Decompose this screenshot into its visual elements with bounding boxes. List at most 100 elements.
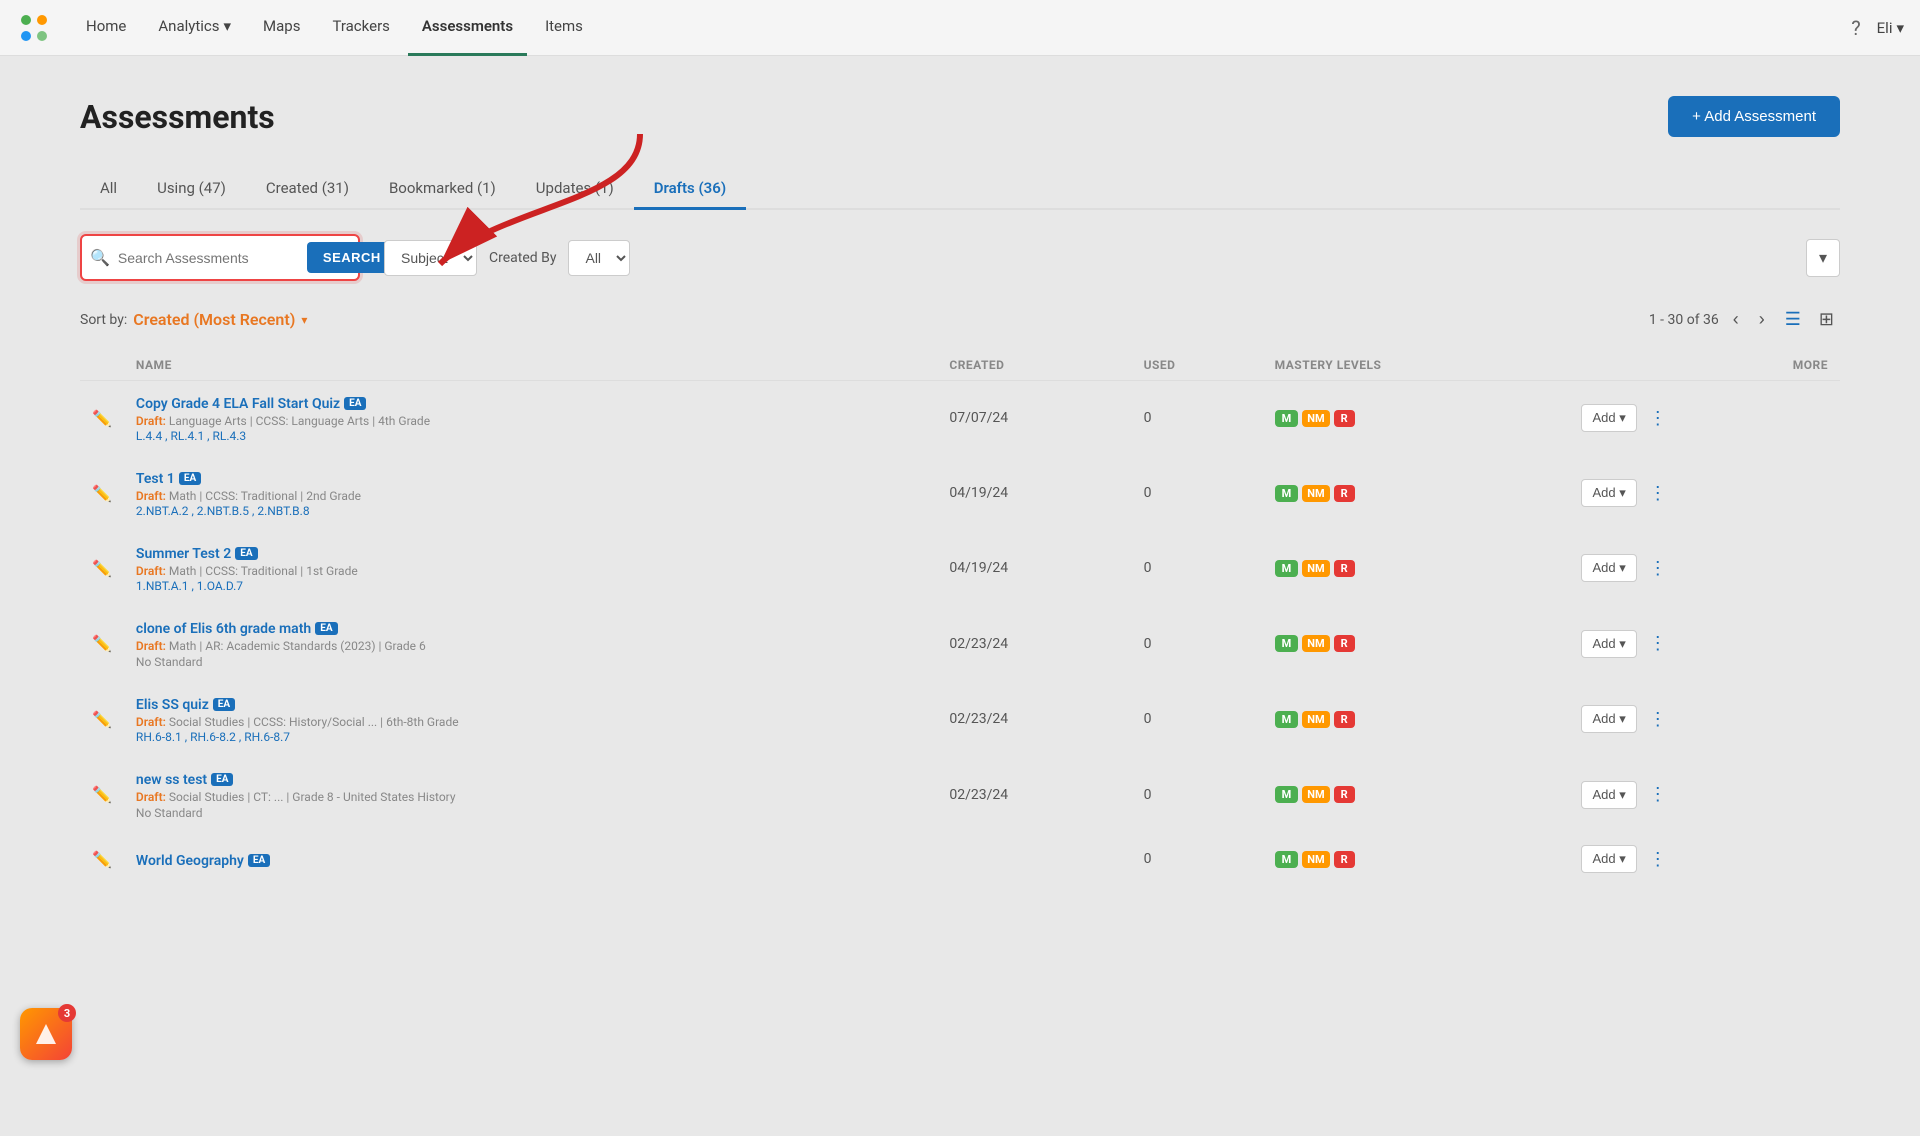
created-by-filter[interactable]: All [568, 240, 630, 276]
assessment-name-link[interactable]: Summer Test 2 [136, 546, 231, 562]
row-edit-icon[interactable]: ✏️ [80, 833, 124, 886]
help-icon[interactable]: ? [1851, 16, 1860, 40]
mastery-nm-badge: NM [1302, 485, 1329, 502]
row-edit-icon[interactable]: ✏️ [80, 606, 124, 682]
add-dropdown-button[interactable]: Add ▾ [1581, 479, 1636, 507]
row-edit-icon[interactable]: ✏️ [80, 456, 124, 531]
sort-chevron-icon: ▾ [301, 313, 307, 327]
nav-items: Home Analytics ▾ Maps Trackers Assessmen… [72, 0, 1851, 56]
row-used: 0 [1132, 456, 1263, 531]
row-kebab-button[interactable]: ⋮ [1643, 481, 1673, 506]
ea-badge: EA [213, 698, 235, 711]
tab-bookmarked[interactable]: Bookmarked (1) [369, 169, 516, 210]
row-mastery: MNMR [1263, 833, 1570, 886]
row-edit-icon[interactable]: ✏️ [80, 757, 124, 833]
tab-updates[interactable]: Updates (1) [516, 169, 634, 210]
pagination-prev-button[interactable]: ‹ [1727, 307, 1745, 332]
pagination-text: 1 - 30 of 36 [1649, 312, 1719, 328]
add-dropdown-button[interactable]: Add ▾ [1581, 845, 1636, 873]
page-title: Assessments [80, 98, 275, 136]
row-more: Add ▾ ⋮ [1569, 531, 1840, 606]
subject-filter[interactable]: Subject [384, 240, 477, 276]
tab-created[interactable]: Created (31) [246, 169, 369, 210]
row-used: 0 [1132, 682, 1263, 757]
tabs-bar: All Using (47) Created (31) Bookmarked (… [80, 169, 1840, 210]
sort-control[interactable]: Sort by: Created (Most Recent) ▾ [80, 310, 307, 329]
row-no-standard: No Standard [136, 655, 925, 669]
assessment-name-link[interactable]: Test 1 [136, 471, 175, 487]
mastery-r-badge: R [1334, 786, 1355, 803]
mastery-nm-badge: NM [1302, 851, 1329, 868]
search-section: 🔍 SEARCH Subject Created By All ▾ [80, 234, 1840, 281]
row-standards: RH.6-8.1 , RH.6-8.2 , RH.6-8.7 [136, 730, 925, 744]
row-used: 0 [1132, 606, 1263, 682]
th-icon [80, 350, 124, 381]
row-no-standard: No Standard [136, 806, 925, 820]
nav-item-assessments[interactable]: Assessments [408, 0, 527, 56]
add-dropdown-button[interactable]: Add ▾ [1581, 705, 1636, 733]
row-edit-icon[interactable]: ✏️ [80, 682, 124, 757]
user-chevron-icon: ▾ [1896, 19, 1904, 37]
row-more: Add ▾ ⋮ [1569, 682, 1840, 757]
nav-item-analytics[interactable]: Analytics ▾ [144, 0, 245, 56]
table-row: ✏️ Elis SS quiz EA Draft: Social Studies | … [80, 682, 1840, 757]
row-mastery: MNMR [1263, 757, 1570, 833]
row-edit-icon[interactable]: ✏️ [80, 531, 124, 606]
add-assessment-button[interactable]: + Add Assessment [1668, 96, 1840, 137]
row-name-cell: Summer Test 2EADraft: Math | CCSS: Tradi… [124, 531, 937, 606]
row-created: 07/07/24 [937, 381, 1131, 456]
add-dropdown-button[interactable]: Add ▾ [1581, 404, 1636, 432]
tab-all[interactable]: All [80, 169, 137, 210]
row-kebab-button[interactable]: ⋮ [1643, 707, 1673, 732]
search-input[interactable] [118, 250, 299, 266]
mastery-nm-badge: NM [1302, 560, 1329, 577]
row-more: Add ▾ ⋮ [1569, 456, 1840, 531]
nav-item-home[interactable]: Home [72, 0, 140, 56]
row-created: 02/23/24 [937, 757, 1131, 833]
row-mastery: MNMR [1263, 381, 1570, 456]
th-mastery: MASTERY LEVELS [1263, 350, 1570, 381]
th-used: USED [1132, 350, 1263, 381]
row-meta: Draft: Math | AR: Academic Standards (20… [136, 639, 925, 653]
add-dropdown-button[interactable]: Add ▾ [1581, 554, 1636, 582]
tab-drafts[interactable]: Drafts (36) [634, 169, 746, 210]
row-kebab-button[interactable]: ⋮ [1643, 556, 1673, 581]
expand-filter-button[interactable]: ▾ [1806, 239, 1840, 277]
assessment-name-link[interactable]: new ss test [136, 772, 207, 788]
th-more: MORE [1569, 350, 1840, 381]
nav-item-items[interactable]: Items [531, 0, 597, 56]
row-name-cell: clone of Elis 6th grade mathEADraft: Mat… [124, 606, 937, 682]
list-view-button[interactable]: ☰ [1779, 305, 1807, 334]
page-header: Assessments + Add Assessment [80, 96, 1840, 137]
add-dropdown-button[interactable]: Add ▾ [1581, 781, 1636, 809]
nav-item-maps[interactable]: Maps [249, 0, 314, 56]
add-dropdown-button[interactable]: Add ▾ [1581, 630, 1636, 658]
app-logo[interactable] [16, 10, 52, 46]
user-menu[interactable]: Eli ▾ [1877, 19, 1904, 37]
assessment-name-link[interactable]: World Geography [136, 853, 244, 869]
row-mastery: MNMR [1263, 682, 1570, 757]
grid-view-button[interactable]: ⊞ [1813, 305, 1840, 334]
row-kebab-button[interactable]: ⋮ [1643, 406, 1673, 431]
row-kebab-button[interactable]: ⋮ [1643, 847, 1673, 872]
row-more: Add ▾ ⋮ [1569, 381, 1840, 456]
floating-app-icon[interactable]: 3 [20, 1008, 72, 1060]
sort-value[interactable]: Created (Most Recent) [133, 310, 295, 329]
row-name-cell: World GeographyEA [124, 833, 937, 886]
row-meta: Draft: Language Arts | CCSS: Language Ar… [136, 414, 925, 428]
assessment-name-link[interactable]: Elis SS quiz [136, 697, 209, 713]
row-edit-icon[interactable]: ✏️ [80, 381, 124, 456]
assessment-name-link[interactable]: clone of Elis 6th grade math [136, 621, 311, 637]
nav-item-trackers[interactable]: Trackers [318, 0, 403, 56]
assessment-name-link[interactable]: Copy Grade 4 ELA Fall Start Quiz [136, 396, 340, 412]
tab-using[interactable]: Using (47) [137, 169, 246, 210]
row-kebab-button[interactable]: ⋮ [1643, 631, 1673, 656]
mastery-r-badge: R [1334, 485, 1355, 502]
mastery-r-badge: R [1334, 711, 1355, 728]
created-by-label: Created By [489, 250, 556, 266]
row-kebab-button[interactable]: ⋮ [1643, 782, 1673, 807]
pagination-next-button[interactable]: › [1753, 307, 1771, 332]
mastery-nm-badge: NM [1302, 635, 1329, 652]
row-meta: Draft: Social Studies | CCSS: History/So… [136, 715, 925, 729]
th-created: CREATED [937, 350, 1131, 381]
